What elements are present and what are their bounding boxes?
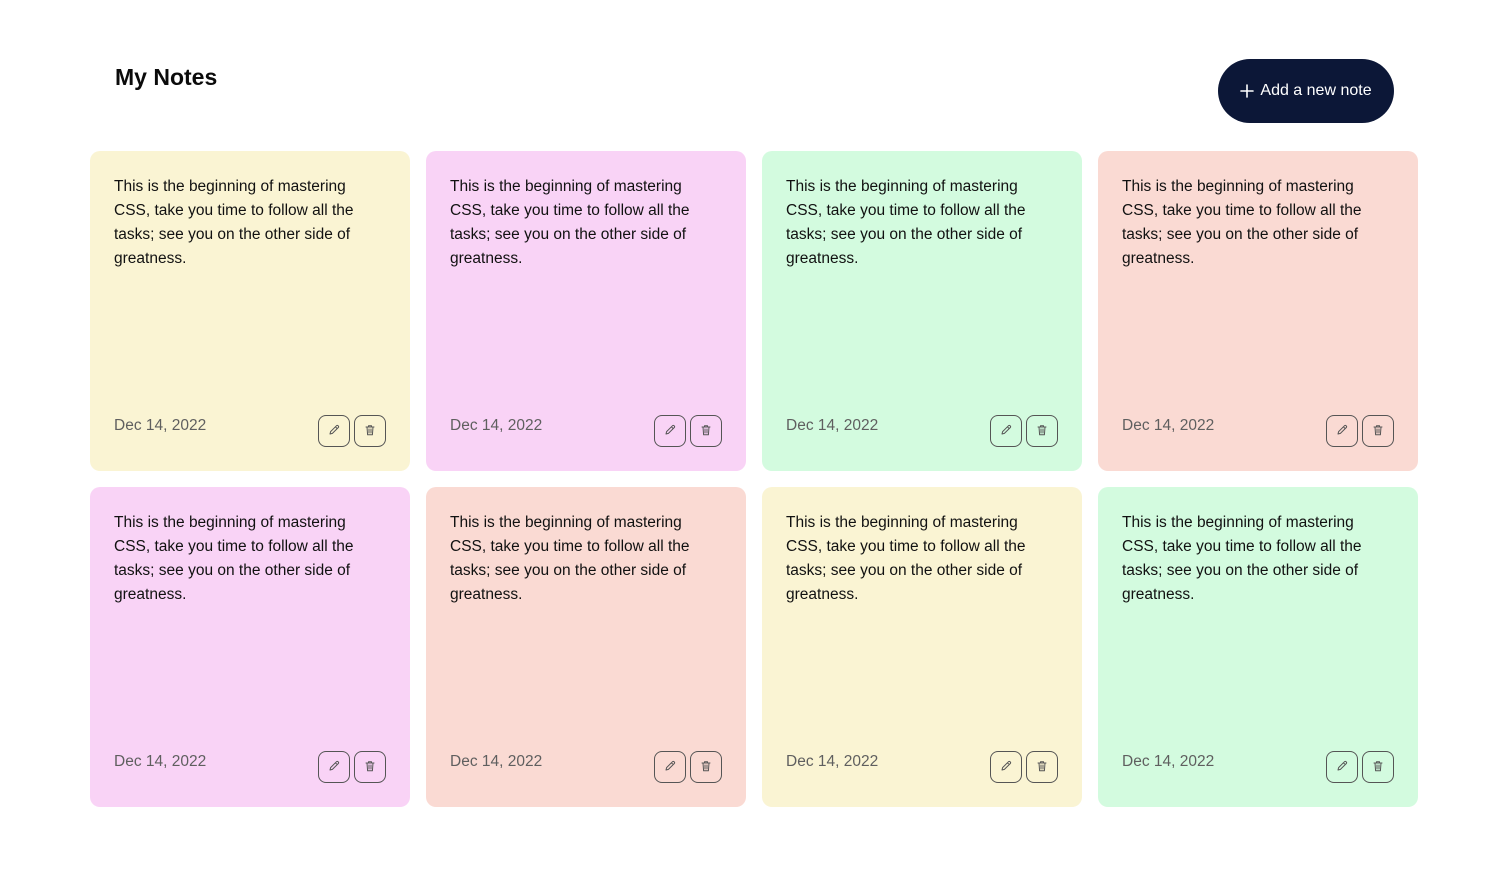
- add-note-button[interactable]: Add a new note: [1218, 59, 1394, 123]
- delete-note-button[interactable]: [1026, 751, 1058, 783]
- note-text: This is the beginning of mastering CSS, …: [114, 178, 354, 267]
- pencil-icon: [327, 423, 341, 440]
- note-actions: [990, 751, 1058, 783]
- edit-note-button[interactable]: [990, 415, 1022, 447]
- delete-note-button[interactable]: [1026, 415, 1058, 447]
- note-actions: [318, 415, 386, 447]
- pencil-icon: [1335, 423, 1349, 440]
- note-card: This is the beginning of mastering CSS, …: [762, 487, 1082, 807]
- delete-note-button[interactable]: [1362, 415, 1394, 447]
- note-date: Dec 14, 2022: [114, 417, 207, 434]
- edit-note-button[interactable]: [1326, 751, 1358, 783]
- plus-icon: [1240, 84, 1255, 98]
- edit-note-button[interactable]: [318, 415, 350, 447]
- note-date: Dec 14, 2022: [450, 753, 543, 770]
- trash-icon: [1371, 423, 1385, 440]
- note-date: Dec 14, 2022: [786, 753, 879, 770]
- note-actions: [1326, 751, 1394, 783]
- note-card: This is the beginning of mastering CSS, …: [90, 151, 410, 471]
- edit-note-button[interactable]: [654, 751, 686, 783]
- note-actions: [654, 415, 722, 447]
- note-card: This is the beginning of mastering CSS, …: [1098, 151, 1418, 471]
- pencil-icon: [327, 759, 341, 776]
- note-card: This is the beginning of mastering CSS, …: [426, 151, 746, 471]
- delete-note-button[interactable]: [354, 751, 386, 783]
- note-card: This is the beginning of mastering CSS, …: [1098, 487, 1418, 807]
- note-date: Dec 14, 2022: [1122, 753, 1215, 770]
- pencil-icon: [999, 423, 1013, 440]
- delete-note-button[interactable]: [1362, 751, 1394, 783]
- edit-note-button[interactable]: [654, 415, 686, 447]
- note-actions: [1326, 415, 1394, 447]
- pencil-icon: [999, 759, 1013, 776]
- note-text: This is the beginning of mastering CSS, …: [114, 514, 354, 603]
- trash-icon: [363, 423, 377, 440]
- trash-icon: [363, 759, 377, 776]
- note-text: This is the beginning of mastering CSS, …: [450, 514, 690, 603]
- notes-grid: This is the beginning of mastering CSS, …: [90, 151, 1418, 807]
- add-note-label: Add a new note: [1260, 82, 1372, 99]
- trash-icon: [1035, 423, 1049, 440]
- note-card: This is the beginning of mastering CSS, …: [762, 151, 1082, 471]
- note-text: This is the beginning of mastering CSS, …: [450, 178, 690, 267]
- note-actions: [990, 415, 1058, 447]
- edit-note-button[interactable]: [990, 751, 1022, 783]
- note-text: This is the beginning of mastering CSS, …: [1122, 178, 1362, 267]
- note-text: This is the beginning of mastering CSS, …: [786, 178, 1026, 267]
- edit-note-button[interactable]: [1326, 415, 1358, 447]
- pencil-icon: [1335, 759, 1349, 776]
- note-date: Dec 14, 2022: [786, 417, 879, 434]
- note-date: Dec 14, 2022: [1122, 417, 1215, 434]
- note-text: This is the beginning of mastering CSS, …: [786, 514, 1026, 603]
- edit-note-button[interactable]: [318, 751, 350, 783]
- delete-note-button[interactable]: [354, 415, 386, 447]
- pencil-icon: [663, 423, 677, 440]
- note-date: Dec 14, 2022: [114, 753, 207, 770]
- note-date: Dec 14, 2022: [450, 417, 543, 434]
- trash-icon: [699, 759, 713, 776]
- trash-icon: [1035, 759, 1049, 776]
- trash-icon: [699, 423, 713, 440]
- note-card: This is the beginning of mastering CSS, …: [90, 487, 410, 807]
- delete-note-button[interactable]: [690, 751, 722, 783]
- delete-note-button[interactable]: [690, 415, 722, 447]
- note-actions: [318, 751, 386, 783]
- pencil-icon: [663, 759, 677, 776]
- trash-icon: [1371, 759, 1385, 776]
- note-card: This is the beginning of mastering CSS, …: [426, 487, 746, 807]
- note-text: This is the beginning of mastering CSS, …: [1122, 514, 1362, 603]
- page-title: My Notes: [115, 64, 218, 90]
- note-actions: [654, 751, 722, 783]
- notes-page: My Notes Add a new note This is the begi…: [0, 0, 1506, 874]
